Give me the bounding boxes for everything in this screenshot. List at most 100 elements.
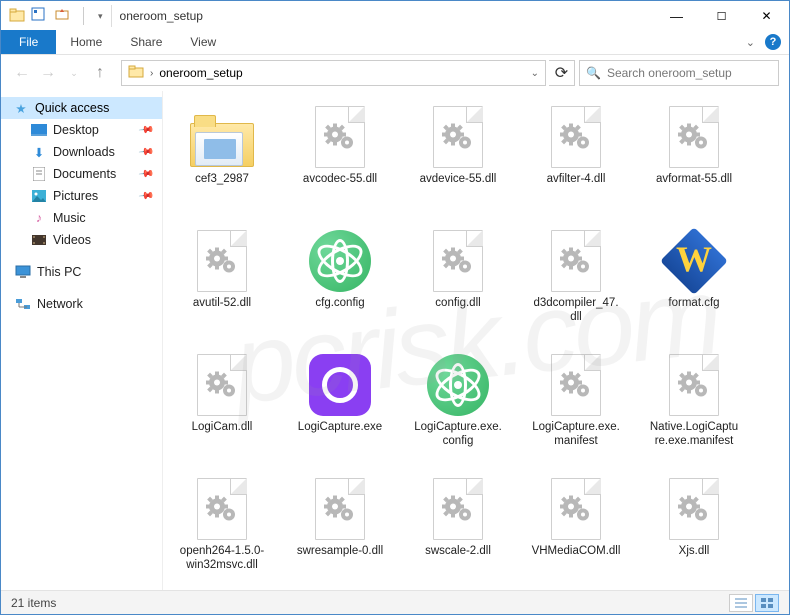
file-item[interactable]: cfg.config [295,225,385,349]
qat-properties-icon[interactable] [31,7,45,26]
pin-icon: 📌 [137,144,154,160]
minimize-button[interactable]: — [654,1,699,31]
star-icon: ★ [13,100,29,116]
file-icon [426,353,490,417]
file-item[interactable]: avfilter-4.dll [531,101,621,225]
file-label: avutil-52.dll [193,297,251,311]
file-label: avfilter-4.dll [547,173,606,187]
sidebar-item-music[interactable]: ♪ Music [1,207,162,229]
file-label: cfg.config [315,297,364,311]
sidebar-item-label: Desktop [53,123,99,137]
file-icon [426,477,490,541]
file-icon [662,477,726,541]
sidebar-this-pc[interactable]: This PC [1,261,162,283]
file-icon [544,353,608,417]
file-icon [190,105,254,169]
file-item[interactable]: avformat-55.dll [649,101,739,225]
search-input[interactable]: 🔍 Search oneroom_setup [579,60,779,86]
file-item[interactable]: avutil-52.dll [177,225,267,349]
navigation-pane: ★ Quick access Desktop 📌 ⬇ Downloads 📌 D… [1,91,163,590]
file-icon [662,353,726,417]
address-dropdown-icon[interactable]: ⌄ [531,68,539,79]
file-item[interactable]: d3dcompiler_47.dll [531,225,621,349]
app-icon [9,8,25,24]
file-item[interactable]: LogiCapture.exe.config [413,349,503,473]
file-label: LogiCapture.exe.config [413,421,503,449]
window-title: oneroom_setup [120,9,203,23]
file-item[interactable]: cef3_2987 [177,101,267,225]
pictures-icon [31,188,47,204]
sidebar-quick-access[interactable]: ★ Quick access [1,97,162,119]
ribbon-expand-icon[interactable]: ⌄ [746,36,755,49]
sidebar-item-desktop[interactable]: Desktop 📌 [1,119,162,141]
address-bar-row: ← → ⌄ ↑ › oneroom_setup ⌄ ⟳ 🔍 Search one… [1,55,789,91]
file-item[interactable]: avdevice-55.dll [413,101,503,225]
file-label: avcodec-55.dll [303,173,377,187]
file-item[interactable]: Wformat.cfg [649,225,739,349]
title-bar: ▾ oneroom_setup — ☐ ✕ [1,1,789,31]
tab-home[interactable]: Home [56,30,116,54]
music-icon: ♪ [31,210,47,226]
file-label: avdevice-55.dll [420,173,497,187]
sidebar-network[interactable]: Network [1,293,162,315]
file-item[interactable]: avcodec-55.dll [295,101,385,225]
folder-icon [128,63,144,84]
file-item[interactable]: LogiCapture.exe [295,349,385,473]
file-item[interactable]: swresample-0.dll [295,473,385,590]
refresh-button[interactable]: ⟳ [549,60,575,86]
tab-file[interactable]: File [1,30,56,54]
details-view-button[interactable] [729,594,753,612]
sidebar-item-videos[interactable]: Videos [1,229,162,251]
file-icon [308,353,372,417]
icons-view-button[interactable] [755,594,779,612]
sidebar-item-pictures[interactable]: Pictures 📌 [1,185,162,207]
file-item[interactable]: Native.LogiCapture.exe.manifest [649,349,739,473]
sidebar-item-downloads[interactable]: ⬇ Downloads 📌 [1,141,162,163]
sidebar-item-label: Pictures [53,189,98,203]
recent-dropdown[interactable]: ⌄ [63,62,85,84]
file-item[interactable]: Xjs.dll [649,473,739,590]
this-pc-icon [15,264,31,280]
file-icon [308,477,372,541]
forward-button[interactable]: → [37,62,59,84]
qat-dropdown-icon[interactable]: ▾ [98,11,103,22]
file-list[interactable]: cef3_2987 avcodec-55.dll avdevice-55.dll av… [163,91,789,590]
qat-separator [83,7,84,25]
file-item[interactable]: VHMediaCOM.dll [531,473,621,590]
pin-icon: 📌 [137,188,154,204]
sidebar-item-label: Documents [53,167,116,181]
file-icon [190,353,254,417]
title-separator [111,5,112,27]
close-button[interactable]: ✕ [744,1,789,31]
sidebar-item-label: This PC [37,265,81,279]
breadcrumb-folder[interactable]: oneroom_setup [159,66,242,80]
file-item[interactable]: LogiCam.dll [177,349,267,473]
file-label: LogiCam.dll [192,421,253,435]
file-item[interactable]: openh264-1.5.0-win32msvc.dll [177,473,267,590]
file-icon [308,105,372,169]
up-button[interactable]: ↑ [89,62,111,84]
back-button[interactable]: ← [11,62,33,84]
file-icon [544,229,608,293]
file-item[interactable]: LogiCapture.exe.manifest [531,349,621,473]
search-placeholder: Search oneroom_setup [607,66,732,80]
item-count: 21 items [11,596,56,610]
tab-share[interactable]: Share [116,30,176,54]
sidebar-item-documents[interactable]: Documents 📌 [1,163,162,185]
file-icon [662,105,726,169]
tab-view[interactable]: View [176,30,230,54]
file-item[interactable]: swscale-2.dll [413,473,503,590]
address-bar[interactable]: › oneroom_setup ⌄ [121,60,546,86]
file-icon [426,229,490,293]
search-icon: 🔍 [586,66,601,80]
file-label: swscale-2.dll [425,545,491,559]
chevron-right-icon[interactable]: › [150,68,153,79]
file-label: VHMediaCOM.dll [532,545,621,559]
sidebar-item-label: Music [53,211,86,225]
qat-new-folder-icon[interactable] [55,7,69,26]
file-item[interactable]: config.dll [413,225,503,349]
help-icon[interactable]: ? [765,34,781,50]
file-icon: W [662,229,726,293]
file-icon [426,105,490,169]
maximize-button[interactable]: ☐ [699,1,744,31]
